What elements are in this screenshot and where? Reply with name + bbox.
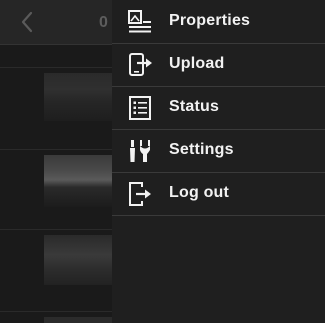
- menu-item-label: Settings: [169, 141, 234, 158]
- photo-thumbnail[interactable]: [44, 73, 112, 121]
- dropdown-menu: Properties Upload Status Settings Log ou…: [112, 0, 325, 323]
- divider: [0, 149, 112, 150]
- back-button[interactable]: [14, 8, 40, 36]
- menu-item-logout[interactable]: Log out: [112, 173, 325, 216]
- chevron-left-icon: [21, 11, 33, 33]
- upload-icon: [126, 52, 154, 78]
- properties-icon: [126, 9, 154, 35]
- menu-item-label: Properties: [169, 12, 251, 29]
- divider: [0, 311, 112, 312]
- photo-thumbnail[interactable]: [44, 235, 112, 285]
- menu-item-properties[interactable]: Properties: [112, 1, 325, 44]
- menu-item-settings[interactable]: Settings: [112, 130, 325, 173]
- photo-thumbnail[interactable]: [44, 155, 112, 207]
- settings-tools-icon: [126, 138, 154, 164]
- menu-item-label: Upload: [169, 55, 225, 72]
- photo-thumbnail[interactable]: [44, 317, 112, 323]
- menu-item-label: Status: [169, 98, 220, 115]
- logout-icon: [126, 181, 154, 207]
- app-screen: 0 Properties Upload Status Settings Log …: [0, 0, 325, 323]
- menu-item-upload[interactable]: Upload: [112, 44, 325, 87]
- menu-item-label: Log out: [169, 184, 230, 201]
- divider: [0, 229, 112, 230]
- status-list-icon: [126, 95, 154, 121]
- page-title: 0: [99, 14, 108, 31]
- divider: [0, 67, 112, 68]
- menu-item-status[interactable]: Status: [112, 87, 325, 130]
